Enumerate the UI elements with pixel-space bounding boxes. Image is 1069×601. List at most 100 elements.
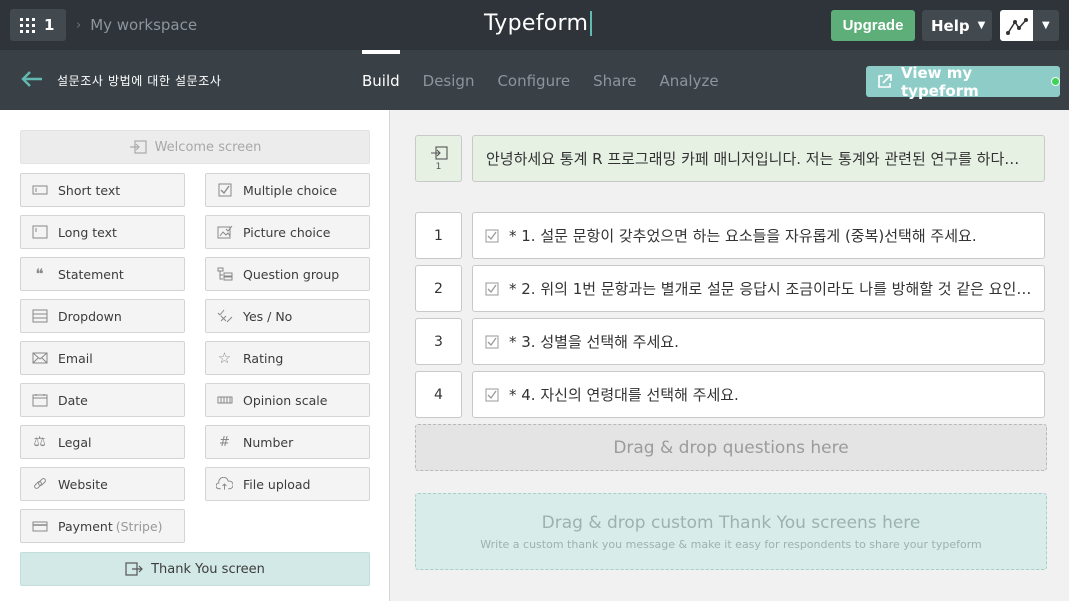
qtype-label: Rating xyxy=(243,350,284,366)
checkbox-icon xyxy=(485,335,499,349)
qtype-rating[interactable]: ☆ Rating xyxy=(205,341,370,375)
question-text: * 3. 성별을 선택해 주세요. xyxy=(509,333,679,351)
tab-design[interactable]: Design xyxy=(423,50,475,110)
live-status-dot xyxy=(1051,77,1060,86)
qtype-label: Legal xyxy=(58,434,92,450)
view-typeform-button[interactable]: View my typeform xyxy=(866,63,1060,100)
yes-no-icon xyxy=(216,309,233,323)
avatar-graph-icon xyxy=(1005,17,1028,35)
cloud-upload-icon xyxy=(216,477,233,491)
qtype-label: Short text xyxy=(58,182,121,198)
qtype-multiple-choice[interactable]: Multiple choice xyxy=(205,173,370,207)
qtype-date[interactable]: Date xyxy=(20,383,185,417)
qtype-label: Statement xyxy=(58,266,124,282)
qtype-label: Number xyxy=(243,434,294,450)
qtype-label: Yes / No xyxy=(243,308,293,324)
question-card[interactable]: * 4. 자신의 연령대를 선택해 주세요. xyxy=(472,371,1045,418)
account-menu[interactable]: ▼ xyxy=(1000,10,1059,41)
avatar xyxy=(1000,10,1033,41)
arrow-left-icon xyxy=(21,71,42,87)
thankyou-drop-zone[interactable]: Drag & drop custom Thank You screens her… xyxy=(415,493,1047,570)
link-icon xyxy=(31,477,48,491)
question-card[interactable]: * 1. 설문 문항이 갖추었으면 하는 요소들을 자유롭게 (중복)선택해 주… xyxy=(472,212,1045,259)
question-text: * 1. 설문 문항이 갖추었으면 하는 요소들을 자유롭게 (중복)선택해 주… xyxy=(509,227,977,245)
workspace-count: 1 xyxy=(44,16,55,34)
welcome-number-badge[interactable]: 1 xyxy=(415,135,462,182)
qtype-label: Payment xyxy=(58,518,113,534)
external-link-icon xyxy=(877,74,892,89)
question-types-panel: Welcome screen Short text Multiple choic… xyxy=(0,110,390,601)
thankyou-drop-title: Drag & drop custom Thank You screens her… xyxy=(541,512,921,533)
qtype-label: Question group xyxy=(243,266,340,282)
thankyou-screen-label: Thank You screen xyxy=(151,561,265,577)
qtype-yes-no[interactable]: Yes / No xyxy=(205,299,370,333)
question-number[interactable]: 4 xyxy=(415,371,462,418)
opinion-scale-icon xyxy=(216,393,233,407)
star-icon: ☆ xyxy=(217,349,232,367)
question-number[interactable]: 1 xyxy=(415,212,462,259)
back-button[interactable] xyxy=(21,70,43,92)
question-card[interactable]: * 3. 성별을 선택해 주세요. xyxy=(472,318,1045,365)
breadcrumb-workspace[interactable]: My workspace xyxy=(90,16,197,34)
hash-icon: # xyxy=(219,434,230,450)
qtype-label: Email xyxy=(58,350,93,366)
chevron-right-icon: › xyxy=(76,17,82,33)
caret-down-icon: ▼ xyxy=(977,20,986,31)
email-icon xyxy=(31,351,48,365)
qtype-label: Opinion scale xyxy=(243,392,328,408)
brand-logo: Typeform xyxy=(484,11,593,36)
scales-icon: ⚖ xyxy=(33,434,46,450)
welcome-screen-card[interactable]: 안녕하세요 통계 R 프로그래밍 카페 매니저입니다. 저는 통계와 관련된 연… xyxy=(472,135,1045,182)
qtype-email[interactable]: Email xyxy=(20,341,185,375)
view-typeform-label: View my typeform xyxy=(901,63,979,100)
help-label: Help xyxy=(931,16,970,35)
qtype-payment[interactable]: Payment (Stripe) xyxy=(20,509,185,543)
qtype-file-upload[interactable]: File upload xyxy=(205,467,370,501)
checkbox-icon xyxy=(485,282,499,296)
tab-share[interactable]: Share xyxy=(593,50,636,110)
question-number[interactable]: 2 xyxy=(415,265,462,312)
qtype-label: File upload xyxy=(243,476,311,492)
tab-build[interactable]: Build xyxy=(362,50,400,110)
question-number[interactable]: 3 xyxy=(415,318,462,365)
enter-screen-icon xyxy=(430,145,448,160)
qtype-dropdown[interactable]: Dropdown xyxy=(20,299,185,333)
qtype-label: Picture choice xyxy=(243,224,331,240)
qtype-question-group[interactable]: Question group xyxy=(205,257,370,291)
qtype-opinion-scale[interactable]: Opinion scale xyxy=(205,383,370,417)
qtype-website[interactable]: Website xyxy=(20,467,185,501)
tab-configure[interactable]: Configure xyxy=(497,50,570,110)
question-drop-zone[interactable]: Drag & drop questions here xyxy=(415,424,1047,471)
welcome-screen-button[interactable]: Welcome screen xyxy=(20,130,370,164)
apps-grid-icon xyxy=(20,17,35,33)
thankyou-drop-subtitle: Write a custom thank you message & make … xyxy=(480,537,982,551)
qtype-picture-choice[interactable]: Picture choice xyxy=(205,215,370,249)
qtype-legal[interactable]: ⚖ Legal xyxy=(20,425,185,459)
quote-icon: ❝ xyxy=(35,265,44,283)
qtype-number[interactable]: # Number xyxy=(205,425,370,459)
qtype-long-text[interactable]: Long text xyxy=(20,215,185,249)
brand-cursor xyxy=(590,11,593,36)
caret-down-icon: ▼ xyxy=(1042,20,1050,31)
apps-button[interactable]: 1 xyxy=(10,9,66,41)
short-text-icon xyxy=(31,183,48,197)
welcome-screen-text: 안녕하세요 통계 R 프로그래밍 카페 매니저입니다. 저는 통계와 관련된 연… xyxy=(486,150,1044,168)
qtype-short-text[interactable]: Short text xyxy=(20,173,185,207)
long-text-icon xyxy=(31,225,48,239)
upgrade-button[interactable]: Upgrade xyxy=(831,10,915,41)
form-header: 설문조사 방법에 대한 설문조사 Build Design Configure … xyxy=(0,50,1069,110)
question-card[interactable]: * 2. 위의 1번 문항과는 별개로 설문 응답시 조금이라도 나를 방해할 … xyxy=(472,265,1045,312)
help-button[interactable]: Help ▼ xyxy=(922,10,992,41)
welcome-number: 1 xyxy=(435,161,442,172)
form-title[interactable]: 설문조사 방법에 대한 설문조사 xyxy=(57,72,222,89)
qtype-label: Long text xyxy=(58,224,117,240)
question-group-icon xyxy=(216,267,233,281)
thankyou-screen-button[interactable]: Thank You screen xyxy=(20,552,370,586)
qtype-statement[interactable]: ❝ Statement xyxy=(20,257,185,291)
tab-analyze[interactable]: Analyze xyxy=(659,50,718,110)
breadcrumb[interactable]: › My workspace xyxy=(76,16,197,34)
tab-bar: Build Design Configure Share Analyze xyxy=(362,50,742,110)
qtype-suffix: (Stripe) xyxy=(115,518,163,534)
brand-name: Typeform xyxy=(484,11,589,36)
qtype-label: Dropdown xyxy=(58,308,122,324)
